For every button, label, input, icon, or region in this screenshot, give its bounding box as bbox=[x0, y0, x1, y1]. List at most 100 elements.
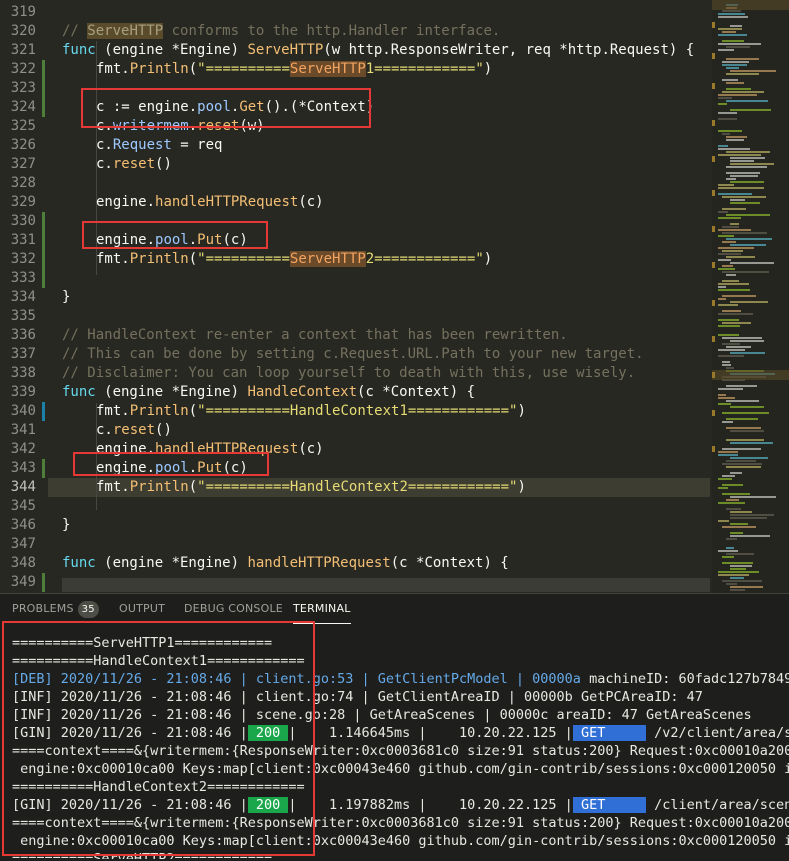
minimap-line bbox=[718, 247, 754, 249]
minimap-line bbox=[718, 349, 745, 351]
code-token: Request bbox=[112, 137, 172, 153]
minimap-line bbox=[730, 25, 742, 27]
minimap-line bbox=[722, 208, 746, 210]
line-number: 346 bbox=[10, 517, 36, 533]
code-token: // bbox=[62, 23, 88, 39]
minimap-line bbox=[718, 193, 752, 195]
method-get-badge: GET bbox=[572, 725, 646, 741]
minimap-line bbox=[718, 130, 742, 132]
change-marker bbox=[42, 402, 45, 421]
line-number: 347 bbox=[10, 536, 36, 552]
minimap-line bbox=[722, 241, 736, 243]
minimap[interactable] bbox=[712, 0, 789, 593]
code-line[interactable]: // Disclaimer: You can loop yourself to … bbox=[62, 364, 635, 383]
tab-output[interactable]: OUTPUT bbox=[119, 594, 165, 624]
code-token: func bbox=[62, 555, 96, 571]
minimap-line bbox=[730, 181, 764, 183]
minimap-line bbox=[726, 418, 758, 420]
minimap-line bbox=[722, 226, 739, 228]
minimap-line bbox=[718, 112, 737, 114]
code-token: Println bbox=[129, 479, 189, 495]
code-token: func bbox=[62, 384, 96, 400]
minimap-line bbox=[718, 154, 761, 156]
code-line[interactable]: c.reset() bbox=[96, 155, 172, 174]
code-line[interactable]: fmt.Println("==========ServeHTTP1=======… bbox=[96, 60, 492, 79]
line-number: 331 bbox=[10, 232, 36, 248]
line-number: 349 bbox=[10, 574, 36, 590]
minimap-line bbox=[726, 178, 736, 180]
code-token: fmt. bbox=[96, 61, 130, 77]
code-line[interactable]: func (engine *Engine) ServeHTTP(w http.R… bbox=[62, 41, 694, 60]
code-token: fmt. bbox=[96, 403, 130, 419]
code-line[interactable]: engine.handleHTTPRequest(c) bbox=[96, 193, 324, 212]
minimap-line bbox=[718, 304, 738, 306]
code-line[interactable]: fmt.Println("==========ServeHTTP2=======… bbox=[96, 250, 492, 269]
tab-debug-console[interactable]: DEBUG CONSOLE bbox=[184, 594, 283, 624]
minimap-line bbox=[718, 97, 732, 99]
minimap-line bbox=[730, 517, 767, 519]
line-number: 344 bbox=[10, 479, 36, 495]
line-number: 323 bbox=[10, 80, 36, 96]
code-line[interactable]: } bbox=[62, 516, 70, 535]
code-token: fmt. bbox=[96, 479, 130, 495]
code-line[interactable]: // HandleContext re-enter a context that… bbox=[62, 326, 568, 345]
line-number: 341 bbox=[10, 422, 36, 438]
minimap-line bbox=[726, 58, 759, 60]
code-token: (engine *Engine) bbox=[95, 42, 248, 58]
minimap-change-marker bbox=[712, 190, 715, 196]
code-line[interactable]: c.reset() bbox=[96, 421, 172, 440]
minimap-line bbox=[722, 271, 769, 273]
minimap-line bbox=[718, 394, 726, 396]
minimap-line bbox=[718, 94, 757, 96]
code-line[interactable]: fmt.Println("==========HandleContext2===… bbox=[96, 478, 526, 497]
minimap-line bbox=[718, 184, 734, 186]
code-line[interactable]: func (engine *Engine) handleHTTPRequest(… bbox=[62, 554, 509, 573]
minimap-line bbox=[730, 523, 748, 525]
minimap-line bbox=[726, 82, 744, 84]
change-marker bbox=[42, 573, 45, 592]
minimap-highlight bbox=[712, 370, 789, 380]
minimap-line bbox=[730, 199, 745, 201]
minimap-line bbox=[722, 133, 730, 135]
method-get-badge: GET bbox=[572, 797, 646, 813]
minimap-line bbox=[730, 163, 774, 165]
minimap-line bbox=[718, 259, 731, 261]
minimap-line bbox=[726, 460, 756, 462]
minimap-line bbox=[722, 265, 733, 267]
code-line[interactable]: c.Request = req bbox=[96, 136, 222, 155]
highlight-box-pool-get bbox=[81, 88, 371, 128]
code-line[interactable]: // This can be done by setting c.Request… bbox=[62, 345, 644, 364]
code-token: } bbox=[62, 289, 71, 305]
minimap-change-marker bbox=[712, 410, 715, 416]
minimap-line bbox=[722, 79, 738, 81]
code-line[interactable]: func (engine *Engine) HandleContext(c *C… bbox=[62, 383, 475, 402]
horizontal-scrollbar[interactable] bbox=[62, 578, 710, 592]
minimap-line bbox=[718, 397, 735, 399]
terminal-text: /client/area/scene bbox=[645, 797, 789, 813]
minimap-change-marker bbox=[712, 120, 715, 126]
minimap-line bbox=[726, 553, 754, 555]
tab-terminal[interactable]: TERMINAL bbox=[293, 594, 351, 624]
minimap-line bbox=[726, 583, 737, 585]
code-token: 2============" bbox=[365, 251, 484, 267]
minimap-line bbox=[730, 496, 776, 498]
minimap-line bbox=[722, 280, 739, 282]
code-token: ServeHTTP bbox=[247, 42, 324, 58]
minimap-line bbox=[718, 217, 741, 219]
minimap-line bbox=[718, 229, 751, 231]
minimap-line bbox=[722, 64, 747, 66]
code-token: ( bbox=[188, 251, 198, 267]
code-token: Println bbox=[129, 251, 189, 267]
code-token: engine. bbox=[96, 194, 156, 210]
code-token: ServeHTTP bbox=[289, 251, 366, 267]
minimap-line bbox=[718, 520, 729, 522]
minimap-line bbox=[718, 286, 726, 288]
tab-problems[interactable]: PROBLEMS 35 bbox=[12, 594, 99, 624]
line-number: 319 bbox=[10, 4, 36, 20]
code-line[interactable]: // ServeHTTP conforms to the http.Handle… bbox=[62, 22, 500, 41]
minimap-line bbox=[722, 310, 741, 312]
minimap-line bbox=[730, 514, 774, 516]
minimap-line bbox=[722, 295, 756, 297]
code-line[interactable]: fmt.Println("==========HandleContext1===… bbox=[96, 402, 526, 421]
code-line[interactable]: } bbox=[62, 288, 70, 307]
